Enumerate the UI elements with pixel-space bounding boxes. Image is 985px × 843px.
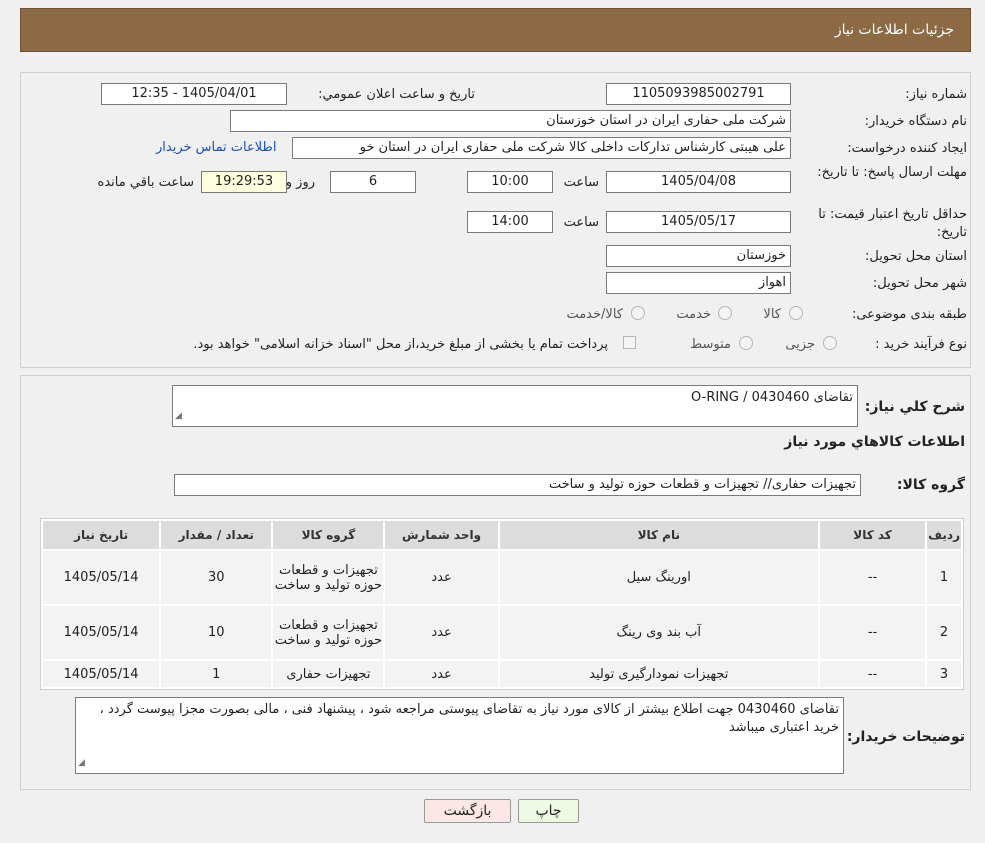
summary-text: تقاضای O-RING / 0430460 (691, 390, 853, 405)
col-unit: واحد شمارش (385, 521, 498, 549)
cell-unit: عدد (385, 661, 498, 687)
price-time-field: 14:00 (467, 211, 553, 233)
province-field: خوزستان (606, 245, 791, 267)
table-header-row: ردیف کد کالا نام کالا واحد شمارش گروه کا… (43, 521, 961, 549)
goods-group-label: گروه کالا: (896, 477, 965, 493)
cell-qty: 10 (161, 606, 272, 659)
buyer-org-label: نام دستگاه خریدار: (864, 114, 967, 129)
cell-qty: 30 (161, 551, 272, 604)
announce-field: 1405/04/01 - 12:35 (101, 83, 287, 105)
table-row: 1 -- اورینگ سیل عدد تجهیزات و قطعات حوزه… (43, 551, 961, 604)
cell-group: تجهیزات حفاری (273, 661, 384, 687)
cell-code: -- (819, 551, 926, 604)
province-label: استان محل تحویل: (865, 249, 967, 264)
table-row: 3 -- تجهیزات نمودارگیری تولید عدد تجهیزا… (43, 661, 961, 687)
process-medium-label: متوسط (690, 337, 731, 352)
print-button[interactable]: چاپ (518, 799, 579, 823)
cell-code: -- (819, 606, 926, 659)
treasury-payment-checkbox[interactable] (623, 336, 636, 349)
reply-deadline-label: مهلت ارسال پاسخ: تا تاریخ: (817, 165, 967, 180)
cell-date: 1405/05/14 (43, 551, 160, 604)
buyer-org-field: شرکت ملی حفاری ایران در استان خوزستان (230, 110, 791, 132)
creator-field: علی هیبتی کارشناس تدارکات داخلی کالا شرک… (292, 137, 791, 159)
announce-label: تاریخ و ساعت اعلان عمومي: (318, 87, 475, 102)
category-label: طبقه بندی موضوعی: (851, 307, 967, 322)
category-service-radio[interactable] (718, 306, 732, 320)
cell-date: 1405/05/14 (43, 606, 160, 659)
days-remaining-field: 6 (330, 171, 416, 193)
cell-qty: 1 (161, 661, 272, 687)
resize-grip-icon[interactable]: ◢ (175, 407, 182, 425)
treasury-payment-note: پرداخت تمام یا بخشی از مبلغ خرید،از محل … (193, 337, 608, 352)
cell-row: 2 (927, 606, 961, 659)
items-heading: اطلاعات کالاهاي مورد نياز (784, 434, 965, 450)
creator-label: ایجاد کننده درخواست: (847, 141, 967, 156)
cell-row: 3 (927, 661, 961, 687)
category-goods-radio[interactable] (789, 306, 803, 320)
reply-hour-label: ساعت (563, 175, 599, 190)
buyer-notes-text: تقاضای 0430460 جهت اطلاع بیشتر از کالای … (99, 702, 839, 735)
price-hour-label: ساعت (563, 215, 599, 230)
cell-date: 1405/05/14 (43, 661, 160, 687)
buyer-notes-label: توضیحات خریدار: (846, 729, 965, 745)
cell-unit: عدد (385, 551, 498, 604)
cell-row: 1 (927, 551, 961, 604)
city-label: شهر محل تحویل: (872, 276, 967, 291)
page-title: جزئیات اطلاعات نیاز (834, 22, 954, 38)
need-number-label: شماره نیاز: (905, 87, 967, 102)
city-field: اهواز (606, 272, 791, 294)
table-row: 2 -- آب بند وی رینگ عدد تجهیزات و قطعات … (43, 606, 961, 659)
category-service-label: خدمت (676, 307, 711, 322)
back-button[interactable]: بازگشت (424, 799, 511, 823)
remaining-label: ساعت باقي مانده (97, 175, 194, 190)
category-goods-service-label: کالا/خدمت (566, 307, 623, 322)
process-minor-radio[interactable] (823, 336, 837, 350)
countdown-timer: 19:29:53 (201, 171, 287, 193)
cell-unit: عدد (385, 606, 498, 659)
price-date-field: 1405/05/17 (606, 211, 791, 233)
category-goods-label: کالا (763, 307, 781, 322)
cell-code: -- (819, 661, 926, 687)
cell-name: تجهیزات نمودارگیری تولید (499, 661, 818, 687)
items-table: ردیف کد کالا نام کالا واحد شمارش گروه کا… (40, 518, 964, 690)
buyer-contact-link[interactable]: اطلاعات تماس خریدار (156, 140, 276, 155)
cell-name: اورینگ سیل (499, 551, 818, 604)
process-label: نوع فرآیند خرید : (875, 337, 967, 352)
reply-date-field: 1405/04/08 (606, 171, 791, 193)
cell-group: تجهیزات و قطعات حوزه تولید و ساخت (273, 551, 384, 604)
goods-group-field: تجهیزات حفاری// تجهیزات و قطعات حوزه تول… (174, 474, 861, 496)
page-header: جزئیات اطلاعات نیاز (20, 8, 971, 52)
col-group: گروه کالا (273, 521, 384, 549)
col-qty: تعداد / مقدار (161, 521, 272, 549)
need-number-field: 1105093985002791 (606, 83, 791, 105)
col-name: نام کالا (499, 521, 818, 549)
price-validity-label: حداقل تاریخ اعتبار قیمت: تا تاریخ: (818, 207, 967, 240)
cell-name: آب بند وی رینگ (499, 606, 818, 659)
col-row: ردیف (927, 521, 961, 549)
summary-label: شرح کلي نياز: (864, 399, 965, 415)
col-code: کد کالا (819, 521, 926, 549)
cell-group: تجهیزات و قطعات حوزه تولید و ساخت (273, 606, 384, 659)
process-medium-radio[interactable] (739, 336, 753, 350)
buyer-notes-textarea[interactable]: تقاضای 0430460 جهت اطلاع بیشتر از کالای … (75, 697, 844, 774)
process-minor-label: جزیی (785, 337, 815, 352)
days-label: روز و (285, 175, 315, 190)
resize-grip-icon[interactable]: ◢ (78, 754, 85, 772)
col-date: تاریخ نیاز (43, 521, 160, 549)
summary-textarea[interactable]: تقاضای O-RING / 0430460 ◢ (172, 385, 858, 427)
category-goods-service-radio[interactable] (631, 306, 645, 320)
reply-time-field: 10:00 (467, 171, 553, 193)
